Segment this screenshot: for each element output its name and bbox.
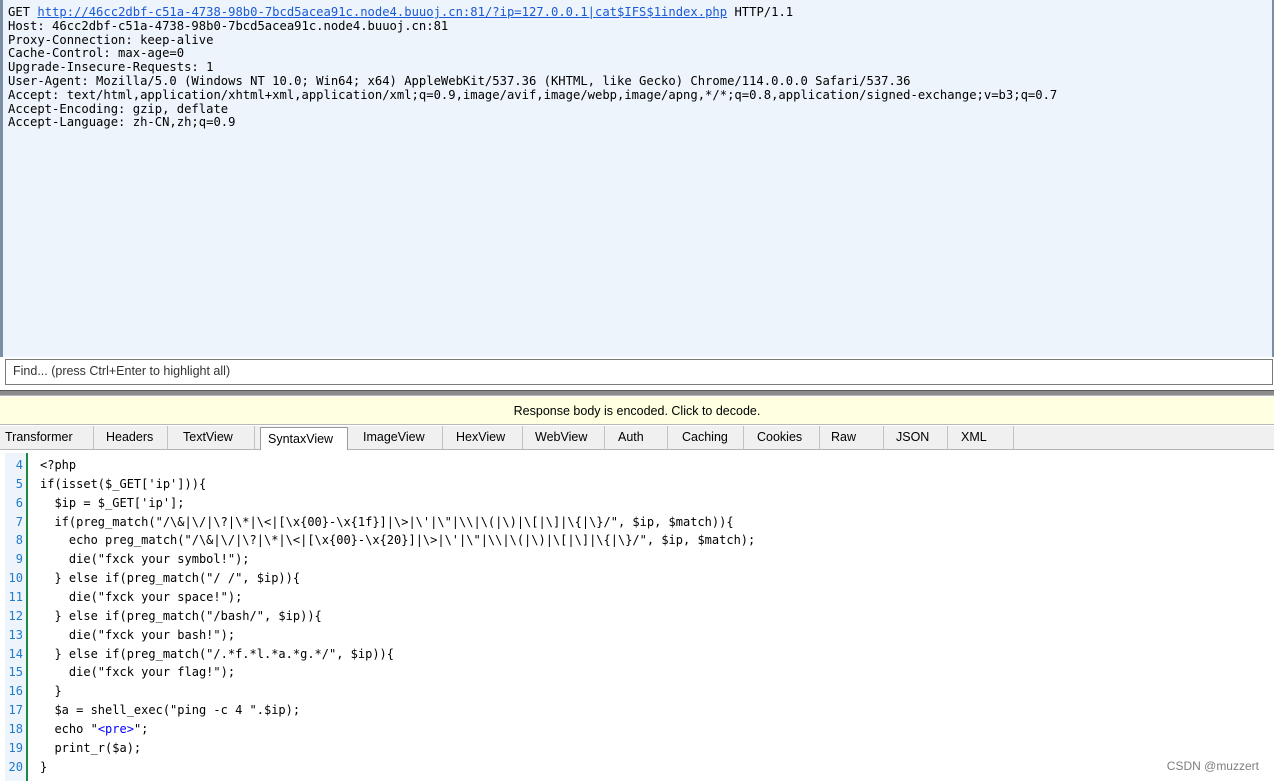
tab-caching[interactable]: Caching [668,426,744,449]
tab-imageview[interactable]: ImageView [350,426,443,449]
code-token: <?php [40,458,77,472]
code-line: print_r($a); [40,741,141,755]
code-line: echo preg_match("/\&|\/|\?|\*|\<|[\x{00}… [40,533,755,547]
code-token: echo preg_match("/\&|\/|\?|\*|\<|[\x{00}… [68,533,756,548]
header-line: User-Agent: Mozilla/5.0 (Windows NT 10.0… [8,73,911,88]
code-token: } [40,759,48,774]
code-token: $a = shell_exec("ping -c 4 ".$ip); [54,703,301,718]
line-number: 8 [15,533,23,548]
code-line: } else if(preg_match("/ /", $ip)){ [40,571,300,585]
line-number: 10 [8,571,23,586]
code-token: } else if(preg_match("/ /", $ip)){ [54,571,301,586]
request-protocol: HTTP/1.1 [734,5,794,19]
code-token: print_r($a); [54,740,142,755]
code-token: } [54,684,62,699]
tab-syntaxview[interactable]: SyntaxView [260,427,348,450]
header-line: Proxy-Connection: keep-alive [8,32,214,47]
line-number: 7 [15,514,23,529]
tab-cookies[interactable]: Cookies [744,426,820,449]
string-token: <pre> [97,721,134,736]
tab-xml[interactable]: XML [948,426,1014,449]
code-line: } [40,760,47,774]
code-line: } [40,684,62,699]
header-line: Cache-Control: max-age=0 [8,46,185,61]
code-line: die("fxck your bash!"); [40,628,235,642]
code-token: "; [133,721,149,736]
code-line: die("fxck your space!"); [40,590,242,604]
code-token: if(preg_match("/\&|\/|\?|\*|\<|[\x{00}-\… [54,514,734,529]
line-number: 17 [8,703,23,718]
response-tab-strip: Transformer Headers TextView SyntaxView … [0,426,1274,450]
line-number: 13 [8,627,23,642]
pane-splitter[interactable] [0,390,1274,396]
code-line: echo "<pre>"; [40,722,148,736]
request-method: GET [8,5,31,19]
line-number: 9 [15,552,23,567]
code-line: $a = shell_exec("ping -c 4 ".$ip); [40,703,300,717]
request-text[interactable]: GET http://46cc2dbf-c51a-4738-98b0-7bcd5… [8,5,1058,130]
code-token: $ip = $_GET['ip']; [54,495,185,510]
syntax-view-editor[interactable]: 4 5 6 7 8 9 10 11 12 13 14 15 16 17 18 19 20 <?php if(iss… [0,453,1274,781]
tab-auth[interactable]: Auth [605,426,668,449]
code-line: $ip = $_GET['ip']; [40,495,185,510]
code-line: die("fxck your symbol!"); [40,552,250,566]
header-line: Host: 46cc2dbf-c51a-4738-98b0-7bcd5acea9… [8,18,449,33]
line-number: 11 [8,589,23,604]
header-line: Accept: text/html,application/xhtml+xml,… [8,87,1058,102]
code-line: } else if(preg_match("/bash/", $ip)){ [40,608,322,623]
header-line: Accept-Encoding: gzip, deflate [8,101,229,116]
tab-webview[interactable]: WebView [523,426,605,449]
decode-notice-bar[interactable]: Response body is encoded. Click to decod… [0,397,1274,425]
code-token: die("fxck your space!"); [68,589,243,604]
line-number: 18 [8,721,23,736]
tab-textview[interactable]: TextView [168,426,255,449]
code-token: die("fxck your symbol!"); [68,552,250,567]
code-token: echo " [54,721,98,736]
code-token: if(isset($_GET['ip'])){ [40,476,207,491]
code-token: } else if(preg_match("/bash/", $ip)){ [54,608,322,623]
request-url-link[interactable]: http://46cc2dbf-c51a-4738-98b0-7bcd5acea… [37,5,727,19]
watermark: CSDN @muzzert [1166,759,1259,773]
line-number: 15 [8,665,23,680]
tab-raw[interactable]: Raw [820,426,884,449]
line-number-gutter: 4 5 6 7 8 9 10 11 12 13 14 15 16 17 18 19 20 [5,453,28,781]
tab-headers[interactable]: Headers [94,426,168,449]
code-line: if(preg_match("/\&|\/|\?|\*|\<|[\x{00}-\… [40,514,734,529]
tab-json[interactable]: JSON [884,426,948,449]
line-number: 20 [8,759,23,774]
find-placeholder: Find... (press Ctrl+Enter to highlight a… [13,364,231,378]
header-line: Accept-Language: zh-CN,zh;q=0.9 [8,115,236,130]
code-token: die("fxck your flag!"); [68,665,236,680]
code-token: die("fxck your bash!"); [68,627,236,642]
line-number: 4 [15,458,23,472]
code-line: die("fxck your flag!"); [40,665,235,679]
code-line: if(isset($_GET['ip'])){ [40,477,206,491]
header-line: Upgrade-Insecure-Requests: 1 [8,60,214,75]
request-pane[interactable]: GET http://46cc2dbf-c51a-4738-98b0-7bcd5… [0,0,1274,357]
code-line: <?php [40,458,76,472]
line-number: 16 [8,684,23,699]
line-number: 19 [8,740,23,755]
find-input[interactable]: Find... (press Ctrl+Enter to highlight a… [5,359,1273,385]
code-line: } else if(preg_match("/.*f.*l.*a.*g.*/",… [40,647,394,661]
line-number: 5 [15,476,23,491]
line-number: 12 [8,608,23,623]
tab-hexview[interactable]: HexView [443,426,523,449]
line-number: 14 [8,646,23,661]
line-number: 6 [15,495,23,510]
code-token: } else if(preg_match("/.*f.*l.*a.*g.*/",… [54,646,395,661]
tab-transformer[interactable]: Transformer [0,426,94,449]
